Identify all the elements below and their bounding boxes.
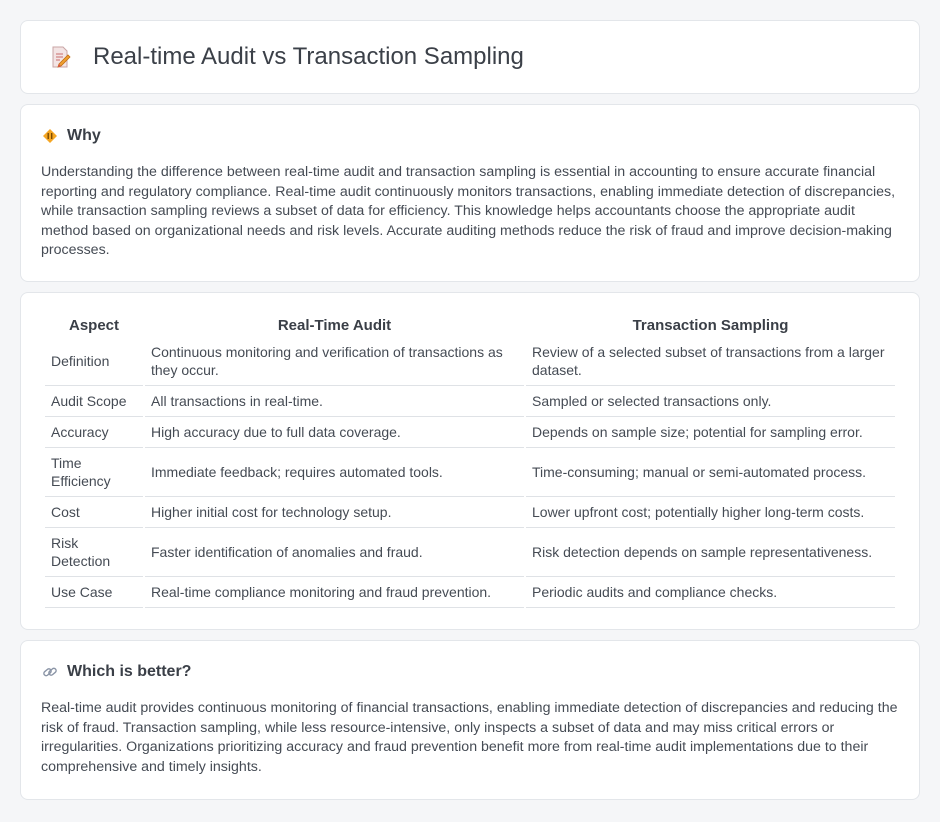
better-heading: Which is better?: [41, 663, 899, 681]
table-header-row: Aspect Real-Time Audit Transaction Sampl…: [45, 315, 895, 337]
link-icon: [41, 663, 59, 681]
why-text: Understanding the difference between rea…: [41, 164, 896, 259]
why-heading: Why: [41, 127, 899, 145]
why-title: Why: [67, 127, 101, 144]
why-section: Why Understanding the difference between…: [20, 104, 920, 282]
table-row: Cost Higher initial cost for technology …: [45, 497, 895, 528]
table-cell: Higher initial cost for technology setup…: [145, 497, 524, 528]
diamond-warning-icon: [41, 127, 59, 145]
table-row: Time Efficiency Immediate feedback; requ…: [45, 448, 895, 497]
table-cell: Risk detection depends on sample represe…: [526, 528, 895, 577]
table-cell: Depends on sample size; potential for sa…: [526, 417, 895, 448]
table-cell: Accuracy: [45, 417, 143, 448]
table-cell: Cost: [45, 497, 143, 528]
table-row: Definition Continuous monitoring and ver…: [45, 337, 895, 386]
table-cell: Time Efficiency: [45, 448, 143, 497]
table-cell: Real-time compliance monitoring and frau…: [145, 577, 524, 608]
table-cell: Use Case: [45, 577, 143, 608]
which-is-better-section: Which is better? Real-time audit provide…: [20, 640, 920, 800]
table-cell: Periodic audits and compliance checks.: [526, 577, 895, 608]
table-cell: Audit Scope: [45, 386, 143, 417]
header-transaction-sampling: Transaction Sampling: [632, 316, 789, 334]
better-text: Real-time audit provides continuous moni…: [41, 700, 898, 775]
table-cell: All transactions in real-time.: [145, 386, 524, 417]
document-pencil-icon: [47, 44, 73, 70]
comparison-table-card: Aspect Real-Time Audit Transaction Sampl…: [20, 292, 920, 630]
table-cell: Sampled or selected transactions only.: [526, 386, 895, 417]
header-aspect: Aspect: [68, 316, 120, 334]
table-cell: Time-consuming; manual or semi-automated…: [526, 448, 895, 497]
page-title: Real-time Audit vs Transaction Sampling: [93, 43, 524, 70]
table-cell: High accuracy due to full data coverage.: [145, 417, 524, 448]
better-title: Which is better?: [67, 663, 192, 680]
table-row: Accuracy High accuracy due to full data …: [45, 417, 895, 448]
table-row: Audit Scope All transactions in real-tim…: [45, 386, 895, 417]
table-cell: Faster identification of anomalies and f…: [145, 528, 524, 577]
header-real-time-audit: Real-Time Audit: [277, 316, 392, 334]
table-cell: Risk Detection: [45, 528, 143, 577]
header-card: Real-time Audit vs Transaction Sampling: [20, 20, 920, 94]
table-cell: Definition: [45, 337, 143, 386]
table-row: Risk Detection Faster identification of …: [45, 528, 895, 577]
comparison-table: Aspect Real-Time Audit Transaction Sampl…: [43, 315, 897, 608]
table-cell: Immediate feedback; requires automated t…: [145, 448, 524, 497]
table-cell: Review of a selected subset of transacti…: [526, 337, 895, 386]
table-cell: Continuous monitoring and verification o…: [145, 337, 524, 386]
table-row: Use Case Real-time compliance monitoring…: [45, 577, 895, 608]
table-cell: Lower upfront cost; potentially higher l…: [526, 497, 895, 528]
